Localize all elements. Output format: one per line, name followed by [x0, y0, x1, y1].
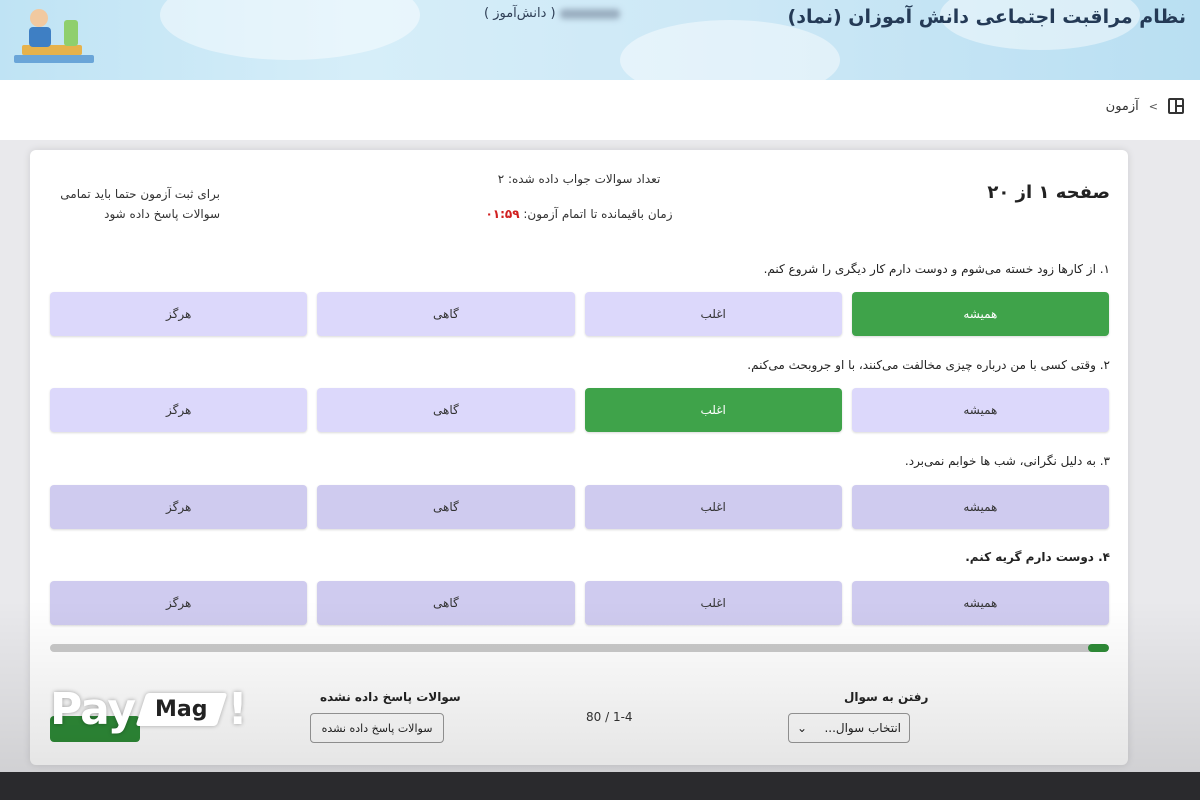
chevron-down-icon: ⌄: [797, 721, 808, 735]
question-1-options: همیشه اغلب گاهی هرگز: [50, 292, 1109, 336]
q3-option-always[interactable]: همیشه: [851, 485, 1109, 529]
q4-option-always[interactable]: همیشه: [851, 581, 1109, 625]
header-banner: نظام مراقبت اجتماعی دانش آموزان (نماد) (…: [0, 0, 1200, 80]
submit-button[interactable]: [50, 716, 140, 742]
user-role-label: ( دانش‌آموز ): [484, 6, 556, 21]
exam-card: صفحه ۱ از ۲۰ تعداد سوالات جواب داده شده:…: [30, 150, 1128, 765]
q3-option-sometimes[interactable]: گاهی: [317, 485, 575, 529]
remaining-time-label: زمان باقیمانده تا اتمام آزمون:: [523, 207, 673, 221]
q4-option-sometimes[interactable]: گاهی: [317, 581, 575, 625]
q1-option-never[interactable]: هرگز: [50, 292, 308, 336]
q2-option-often[interactable]: اغلب: [584, 388, 842, 432]
breadcrumb-current[interactable]: آزمون: [1106, 99, 1139, 114]
breadcrumb-bar: > آزمون: [0, 80, 1200, 140]
goto-question-select[interactable]: انتخاب سوال... ⌄: [788, 713, 910, 743]
goto-label: رفتن به سوال: [844, 690, 929, 704]
q4-option-often[interactable]: اغلب: [584, 581, 842, 625]
question-1-text: ۱. از کارها زود خسته می‌شوم و دوست دارم …: [763, 262, 1110, 276]
q2-option-always[interactable]: همیشه: [851, 388, 1109, 432]
breadcrumb: > آزمون: [1106, 98, 1184, 114]
unanswered-questions-button[interactable]: سوالات پاسخ داده نشده: [310, 713, 444, 743]
student-illustration-icon: [14, 9, 94, 63]
exam-progress-bar: [50, 644, 1109, 652]
q2-option-never[interactable]: هرگز: [50, 388, 308, 432]
blurred-username: [559, 8, 620, 19]
question-2-options: همیشه اغلب گاهی هرگز: [50, 388, 1109, 432]
breadcrumb-separator: >: [1148, 99, 1158, 113]
layout-icon[interactable]: [1168, 98, 1184, 114]
page-range: 80 / 1-4: [586, 710, 633, 724]
q3-option-never[interactable]: هرگز: [50, 485, 308, 529]
unanswered-label: سوالات پاسخ داده نشده: [320, 690, 461, 704]
goto-select-value: انتخاب سوال...: [824, 721, 901, 735]
question-4-options: همیشه اغلب گاهی هرگز: [50, 581, 1109, 625]
question-3-text: ۳. به دلیل نگرانی، شب ها خوابم نمی‌برد.: [904, 454, 1110, 468]
q4-option-never[interactable]: هرگز: [50, 581, 308, 625]
question-4-text: ۴. دوست دارم گریه کنم.: [965, 550, 1110, 564]
q1-option-sometimes[interactable]: گاهی: [317, 292, 575, 336]
q1-option-often[interactable]: اغلب: [584, 292, 842, 336]
app-title: نظام مراقبت اجتماعی دانش آموزان (نماد): [787, 6, 1186, 28]
question-2-text: ۲. وقتی کسی با من درباره چیزی مخالفت می‌…: [747, 358, 1110, 372]
timer-value: ۰۱:۵۹: [485, 207, 520, 221]
question-3-options: همیشه اغلب گاهی هرگز: [50, 485, 1109, 529]
exam-progress-fill: [1087, 644, 1109, 652]
user-role: ( دانش‌آموز ): [484, 6, 624, 21]
bottom-strip: [0, 772, 1200, 800]
q3-option-often[interactable]: اغلب: [584, 485, 842, 529]
q1-option-always[interactable]: همیشه: [851, 292, 1109, 336]
submit-notice: برای ثبت آزمون حتما باید تمامی سوالات پا…: [60, 187, 220, 221]
q2-option-sometimes[interactable]: گاهی: [317, 388, 575, 432]
